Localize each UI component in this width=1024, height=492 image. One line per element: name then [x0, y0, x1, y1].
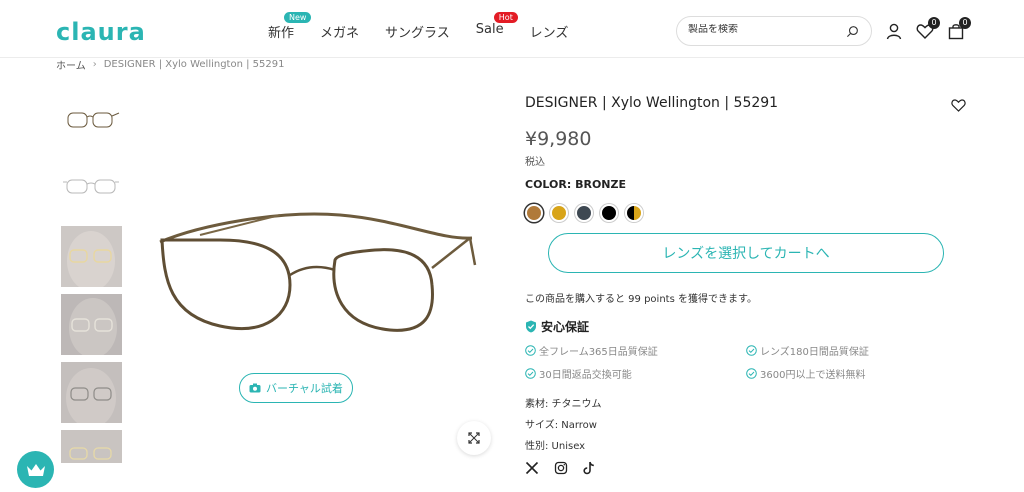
thumbnail-model-2[interactable]: [61, 294, 122, 355]
expand-icon: [468, 432, 480, 444]
account-icon[interactable]: [885, 22, 903, 40]
swatch-black-gold[interactable]: [625, 204, 643, 222]
thumbnail-angle[interactable]: [61, 158, 122, 219]
model-photo: [61, 294, 122, 355]
swatch-bronze[interactable]: [525, 204, 543, 222]
nav-item-lenses[interactable]: レンズ: [530, 22, 569, 41]
glasses-image: [159, 212, 477, 332]
model-photo: [61, 226, 122, 287]
thumbnail-model-4[interactable]: [61, 430, 122, 463]
heart-icon[interactable]: [951, 98, 966, 112]
breadcrumb-current: DESIGNER | Xylo Wellington | 55291: [103, 59, 285, 70]
crown-icon: [26, 463, 45, 476]
breadcrumb: ホーム › DESIGNER | Xylo Wellington | 55291: [56, 57, 284, 72]
chevron-right-icon: ›: [92, 59, 97, 70]
check-circle-icon: [525, 345, 536, 356]
check-circle-icon: [525, 368, 536, 379]
tax-note: 税込: [525, 157, 545, 168]
nav-item-sunglasses[interactable]: サングラス: [385, 22, 450, 41]
tiktok-icon[interactable]: [582, 461, 596, 475]
glasses-image: [67, 112, 120, 128]
guarantee-heading: 安心保証: [525, 318, 589, 335]
check-circle-icon: [746, 345, 757, 356]
cart-count: 0: [959, 17, 971, 29]
thumbnail-front[interactable]: [61, 90, 122, 151]
nav-item-new[interactable]: 新作 New: [268, 12, 312, 41]
wishlist-count: 0: [928, 17, 940, 29]
hot-badge: Hot: [493, 12, 518, 23]
color-label: COLOR: BRONZE: [525, 178, 626, 191]
guarantee-item: 全フレーム365日品質保証: [525, 343, 658, 358]
glasses-image: [63, 179, 119, 194]
camera-icon: [249, 383, 261, 393]
spec-size: サイズ: Narrow: [525, 420, 597, 431]
spec-gender: 性別: Unisex: [525, 441, 586, 452]
instagram-icon[interactable]: [554, 461, 568, 475]
virtual-try-on-button[interactable]: バーチャル試着: [239, 373, 353, 403]
search-input[interactable]: [688, 24, 838, 35]
thumbnail-model-3[interactable]: [61, 362, 122, 423]
spec-material: 素材: チタニウム: [525, 399, 602, 410]
vto-label: バーチャル試着: [266, 382, 343, 395]
main-nav: 新作 New メガネ サングラス Sale Hot レンズ: [268, 12, 594, 41]
main-product-image[interactable]: [140, 90, 500, 462]
nav-label: 新作: [268, 26, 295, 41]
nav-item-glasses[interactable]: メガネ: [320, 22, 359, 41]
thumbnail-list: [61, 90, 122, 470]
guarantee-title: 安心保証: [541, 320, 590, 334]
points-note: この商品を購入すると 99 points を獲得できます。: [525, 294, 757, 305]
nav-label: レンズ: [529, 26, 569, 41]
check-circle-icon: [746, 368, 757, 379]
select-lens-button[interactable]: レンズを選択してカートへ: [548, 233, 944, 273]
search-box: [676, 16, 872, 46]
guarantee-text: レンズ180日間品質保証: [760, 347, 869, 358]
nav-item-sale[interactable]: Sale Hot: [475, 12, 518, 41]
guarantee-item: 30日間返品交換可能: [525, 366, 632, 381]
zoom-button[interactable]: [457, 421, 491, 455]
search-icon[interactable]: [846, 25, 859, 38]
color-swatches: [525, 204, 650, 222]
product-title: DESIGNER | Xylo Wellington | 55291: [525, 95, 779, 111]
guarantee-item: 3600円以上で送料無料: [746, 366, 865, 381]
nav-label: メガネ: [320, 26, 360, 41]
guarantee-item: レンズ180日間品質保証: [746, 343, 869, 358]
model-photo: [61, 430, 122, 463]
nav-label: サングラス: [385, 26, 450, 41]
product-price: ¥9,980: [525, 128, 592, 150]
wishlist-button[interactable]: 0: [916, 17, 940, 40]
logo[interactable]: claura: [56, 18, 146, 46]
guarantee-text: 全フレーム365日品質保証: [539, 347, 658, 358]
new-badge: New: [284, 12, 312, 23]
breadcrumb-home[interactable]: ホーム: [56, 57, 86, 72]
thumbnail-model-1[interactable]: [61, 226, 122, 287]
swatch-black[interactable]: [600, 204, 618, 222]
rewards-button[interactable]: [17, 451, 54, 488]
swatch-gold[interactable]: [550, 204, 568, 222]
x-twitter-icon[interactable]: [525, 461, 539, 475]
model-photo: [61, 362, 122, 423]
shield-check-icon: [526, 320, 536, 333]
swatch-navy[interactable]: [575, 204, 593, 222]
site-header: claura 新作 New メガネ サングラス Sale Hot レンズ 製品を…: [0, 0, 1024, 58]
guarantee-text: 30日間返品交換可能: [539, 370, 632, 381]
cart-button[interactable]: 0: [947, 17, 971, 40]
nav-label: Sale: [475, 22, 504, 37]
guarantee-text: 3600円以上で送料無料: [760, 370, 866, 381]
